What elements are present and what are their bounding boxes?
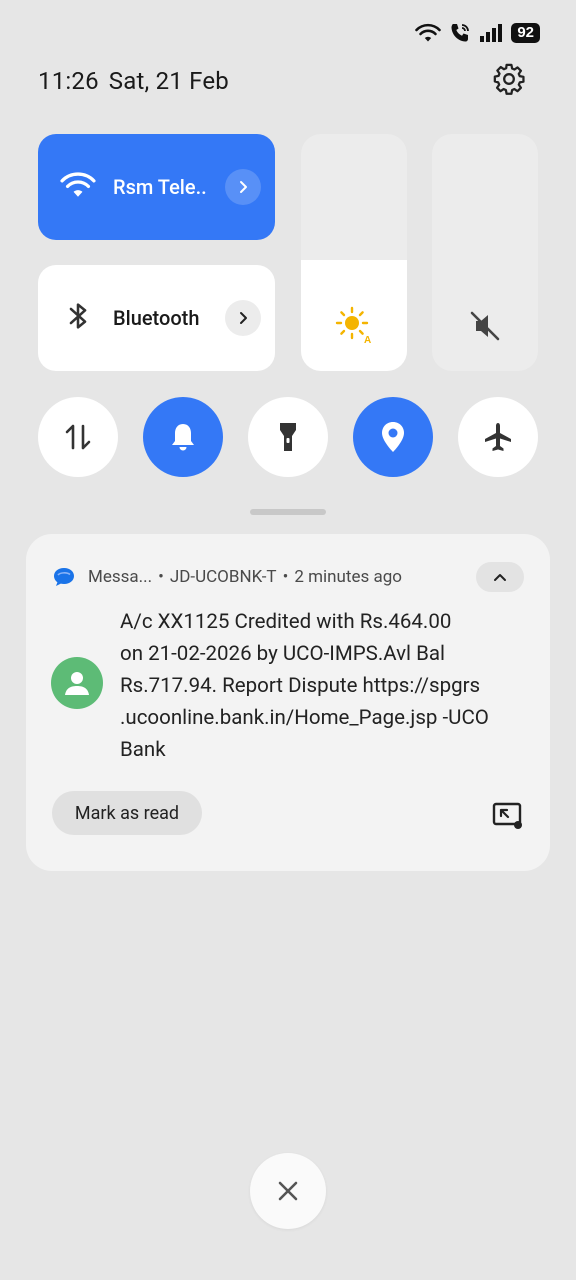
ring-toggle[interactable] [143, 397, 223, 477]
close-button[interactable] [250, 1153, 326, 1229]
bell-icon [172, 424, 194, 451]
data-arrows-icon [65, 424, 91, 450]
wifi-icon [60, 171, 96, 203]
svg-text:A: A [364, 335, 371, 345]
message-line: .ucoonline.bank.in/Home_Page.jsp -UCO [120, 706, 489, 730]
messages-app-icon [52, 566, 76, 588]
volume-slider[interactable] [432, 134, 538, 371]
gear-icon [492, 62, 526, 100]
location-toggle[interactable] [353, 397, 433, 477]
chevron-right-icon [240, 312, 247, 324]
quick-settings-panel: 92 11:26 Sat, 21 Feb Rsm Tele.. Bluetoot… [0, 0, 576, 1280]
bluetooth-tile-label: Bluetooth [113, 306, 200, 330]
message-line: on 21-02-2026 by UCO-IMPS.Avl Bal [120, 642, 446, 666]
status-bar: 92 [415, 18, 540, 48]
brightness-auto-icon: A [334, 305, 374, 349]
date: Sat, 21 Feb [108, 67, 229, 95]
flashlight-toggle[interactable] [248, 397, 328, 477]
chevron-up-icon [494, 574, 506, 581]
separator: • [158, 567, 164, 587]
clock: 11:26 [38, 67, 99, 95]
airplane-icon [485, 423, 511, 451]
signal-icon [479, 23, 503, 43]
toggle-row [38, 397, 538, 477]
sender-avatar [51, 657, 103, 709]
mark-as-read-button[interactable]: Mark as read [52, 791, 202, 835]
pip-icon[interactable] [492, 802, 524, 834]
close-icon [278, 1181, 298, 1201]
settings-button[interactable] [490, 62, 528, 100]
battery-icon: 92 [511, 23, 540, 43]
wifi-details-button[interactable] [225, 169, 261, 205]
clock-date: 11:26 Sat, 21 Feb [38, 67, 229, 95]
wifi-icon [415, 23, 442, 43]
notification-app-name: Messa... [88, 567, 153, 587]
message-line: A/c XX1125 Credited with Rs.464.00 [120, 610, 452, 634]
wifi-tile-label: Rsm Tele.. [113, 175, 207, 199]
panel-drag-handle[interactable] [250, 509, 326, 515]
location-icon [382, 422, 404, 452]
notification-meta: Messa... • JD-UCOBNK-T • 2 minutes ago [88, 567, 402, 587]
notification-card[interactable]: Messa... • JD-UCOBNK-T • 2 minutes ago A… [26, 534, 550, 871]
message-line: Rs.717.94. Report Dispute https://spgrs [120, 674, 481, 698]
bluetooth-icon [60, 299, 96, 337]
collapse-notification-button[interactable] [476, 562, 524, 592]
wifi-call-icon [449, 22, 471, 44]
message-line: Bank [120, 738, 166, 762]
notification-time: 2 minutes ago [294, 567, 402, 587]
separator: • [282, 567, 289, 587]
person-icon [65, 672, 89, 695]
airplane-toggle[interactable] [458, 397, 538, 477]
bluetooth-details-button[interactable] [225, 300, 261, 336]
notification-header: Messa... • JD-UCOBNK-T • 2 minutes ago [52, 562, 524, 592]
chevron-right-icon [240, 181, 247, 193]
header: 11:26 Sat, 21 Feb [38, 62, 528, 100]
mobile-data-toggle[interactable] [38, 397, 118, 477]
bluetooth-tile[interactable]: Bluetooth [38, 265, 275, 371]
volume-muted-icon [466, 307, 504, 349]
notification-sender: JD-UCOBNK-T [169, 567, 277, 587]
brightness-slider[interactable]: A [301, 134, 407, 371]
wifi-tile[interactable]: Rsm Tele.. [38, 134, 275, 240]
flashlight-icon [280, 423, 296, 451]
notification-message: A/c XX1125 Credited with Rs.464.00 on 21… [120, 606, 530, 766]
